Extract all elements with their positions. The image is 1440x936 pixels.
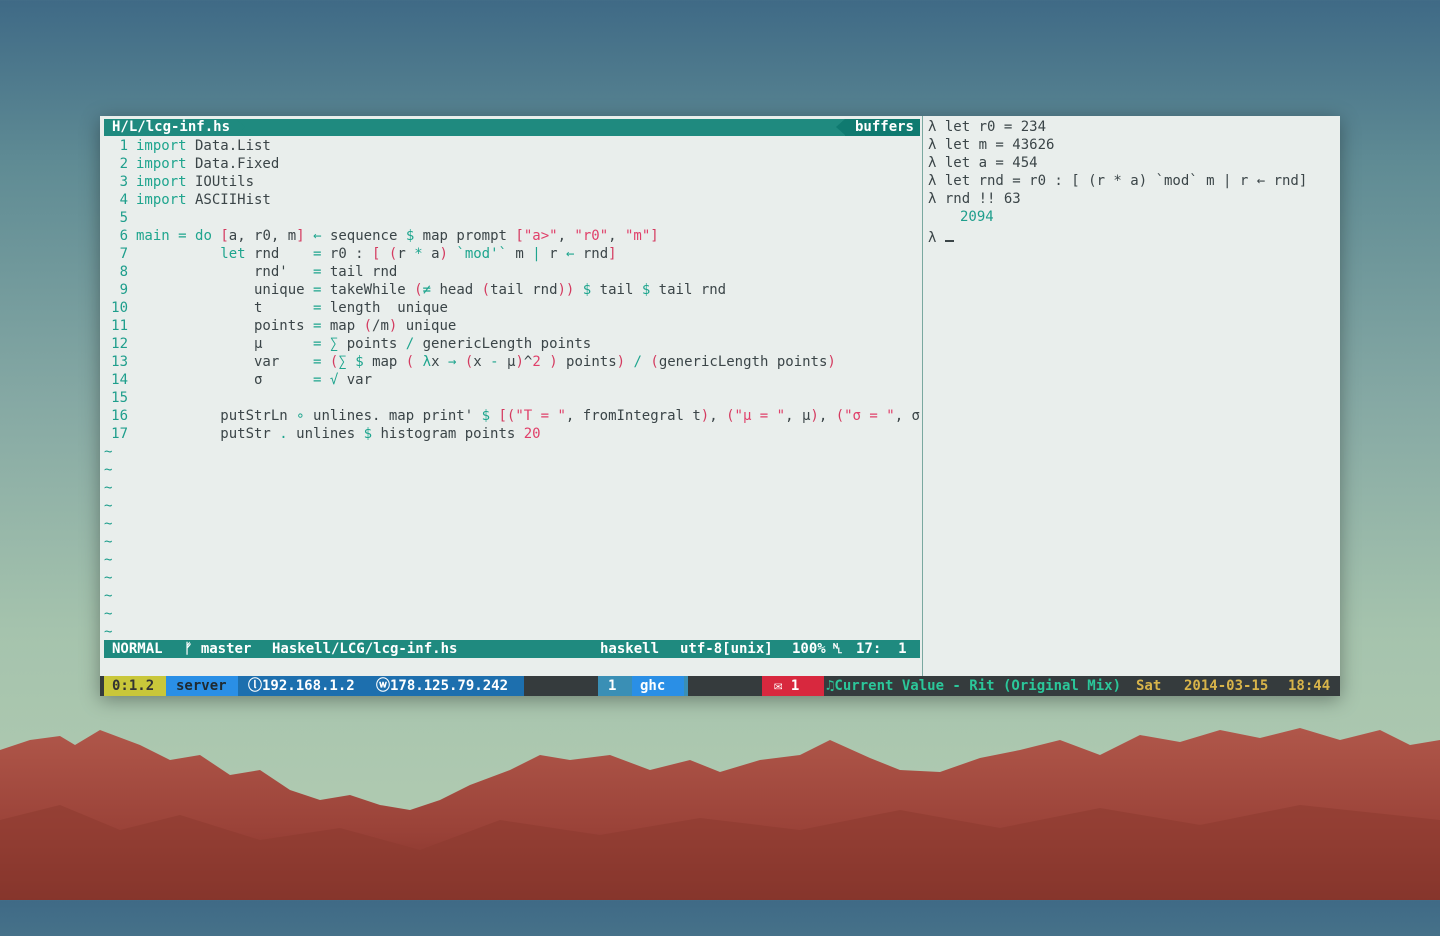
pane-divider[interactable] bbox=[922, 116, 923, 676]
line-icon: ␤ bbox=[832, 641, 844, 657]
mode-indicator: NORMAL bbox=[112, 641, 163, 657]
file-path: Haskell/LCG/lcg-inf.hs bbox=[272, 641, 458, 657]
filetype: haskell bbox=[600, 641, 660, 657]
now-playing: ♫Current Value - Rit (Original Mix) bbox=[826, 678, 1122, 694]
empty-line-marker: ~ bbox=[104, 624, 113, 640]
day-of-week: Sat bbox=[1136, 678, 1162, 694]
repl-line: λ let r0 = 234 bbox=[928, 119, 1047, 135]
empty-line-marker: ~ bbox=[104, 498, 113, 514]
cursor-position: 17: 1 bbox=[856, 641, 907, 657]
window-name[interactable]: ghc bbox=[632, 676, 684, 696]
empty-line-marker: ~ bbox=[104, 516, 113, 532]
repl-line: λ let m = 43626 bbox=[928, 137, 1055, 153]
code-line: 16 putStrLn ∘ unlines. map print' $ [("T… bbox=[111, 408, 922, 424]
clock: 18:44 bbox=[1288, 678, 1331, 694]
code-line: 2 import Data.Fixed bbox=[119, 156, 280, 172]
tab-buffers[interactable]: buffers bbox=[835, 119, 920, 136]
code-line: 5 bbox=[119, 210, 128, 226]
code-line: 12 μ = ∑ points / genericLength points bbox=[111, 336, 592, 352]
code-line: 17 putStr . unlines $ histogram points 2… bbox=[111, 426, 541, 442]
code-area[interactable]: 1 import Data.List 2 import Data.Fixed 3 im… bbox=[104, 137, 922, 641]
code-line: 9 unique = takeWhile (≠ head (tail rnd))… bbox=[119, 282, 727, 298]
scroll-percent: 100% bbox=[792, 641, 826, 657]
repl-prompt[interactable]: λ bbox=[928, 226, 1333, 247]
empty-line-marker: ~ bbox=[104, 480, 113, 496]
text-cursor bbox=[944, 226, 954, 242]
tab-current-file[interactable]: H/L/lcg-inf.hs bbox=[104, 119, 246, 136]
ghci-repl-pane[interactable]: λ let r0 = 234 λ let m = 43626 λ let a = 4… bbox=[928, 118, 1333, 673]
repl-line: λ let rnd = r0 : [ (r * a) `mod` m | r ←… bbox=[928, 173, 1308, 189]
wan-ip: ⓦ178.125.79.242 bbox=[366, 676, 524, 696]
code-line: 11 points = map (/m) unique bbox=[111, 318, 457, 334]
empty-line-marker: ~ bbox=[104, 534, 113, 550]
code-line: 1 import Data.List bbox=[119, 138, 271, 154]
code-line: 14 σ = √ var bbox=[111, 372, 373, 388]
code-line: 15 bbox=[111, 390, 128, 406]
file-encoding: utf-8[unix] bbox=[680, 641, 773, 657]
mail-count: ✉ 1 bbox=[762, 676, 824, 696]
local-ip: ⓛ192.168.1.2 bbox=[238, 676, 366, 696]
terminal-window: H/L/lcg-inf.hs buffers 1 import Data.List… bbox=[100, 116, 1340, 696]
code-line: 6 main = do [a, r0, m] ← sequence $ map p… bbox=[119, 228, 659, 244]
vim-statusline: NORMAL ᚠ master Haskell/LCG/lcg-inf.hs h… bbox=[104, 640, 920, 658]
date: 2014-03-15 bbox=[1184, 678, 1269, 694]
repl-line: λ rnd !! 63 bbox=[928, 191, 1021, 207]
session-id: 0:1.2 bbox=[104, 676, 174, 696]
empty-line-marker: ~ bbox=[104, 462, 113, 478]
repl-output: 2094 bbox=[960, 209, 994, 225]
empty-line-marker: ~ bbox=[104, 606, 113, 622]
vim-tabline: H/L/lcg-inf.hs buffers bbox=[104, 119, 920, 136]
repl-line: λ let a = 454 bbox=[928, 155, 1038, 171]
empty-line-marker: ~ bbox=[104, 570, 113, 586]
code-line: 13 var = (∑ $ map ( λx → (x - μ)^2 ) poi… bbox=[111, 354, 836, 370]
code-line: 4 import ASCIIHist bbox=[119, 192, 271, 208]
code-line: 8 rnd' = tail rnd bbox=[119, 264, 398, 280]
empty-line-marker: ~ bbox=[104, 588, 113, 604]
mountain-range bbox=[0, 728, 1440, 900]
empty-line-marker: ~ bbox=[104, 552, 113, 568]
code-line: 7 let rnd = r0 : [ (r * a) `mod'` m | r … bbox=[119, 246, 617, 262]
git-branch: ᚠ master bbox=[184, 641, 252, 657]
vim-editor-pane[interactable]: H/L/lcg-inf.hs buffers 1 import Data.List… bbox=[100, 116, 922, 676]
tmux-status-bar: 0:1.2 server ⓛ192.168.1.2 ⓦ178.125.79.24… bbox=[100, 676, 1340, 696]
code-line: 10 t = length unique bbox=[111, 300, 448, 316]
code-line: 3 import IOUtils bbox=[119, 174, 255, 190]
empty-line-marker: ~ bbox=[104, 444, 113, 460]
